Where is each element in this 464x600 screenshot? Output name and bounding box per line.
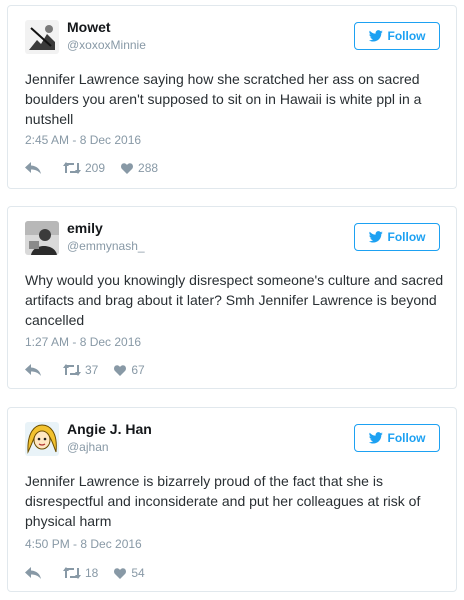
tweet-timestamp[interactable]: 4:50 PM - 8 Dec 2016 — [25, 537, 142, 551]
tweet-text: Why would you knowingly disrespect someo… — [25, 272, 444, 328]
tweet-timestamp[interactable]: 1:27 AM - 8 Dec 2016 — [25, 335, 141, 349]
tweet-text: Jennifer Lawrence saying how she scratch… — [25, 71, 422, 127]
follow-label: Follow — [387, 29, 426, 43]
reply-icon[interactable] — [25, 364, 41, 376]
reply-icon[interactable] — [25, 567, 41, 579]
tweet-actions: 37 67 — [25, 362, 145, 378]
twitter-bird-icon — [368, 432, 383, 444]
like-count: 67 — [131, 363, 145, 377]
tweet-card: Mowet @xoxoxMinnie Follow Jennifer Lawre… — [7, 5, 457, 189]
follow-button[interactable]: Follow — [354, 22, 440, 50]
retweet-icon[interactable] — [63, 364, 81, 376]
tweet-actions: 209 288 — [25, 160, 158, 176]
reply-icon[interactable] — [25, 162, 41, 174]
tweet-timestamp[interactable]: 2:45 AM - 8 Dec 2016 — [25, 133, 141, 147]
tweet-card: emily @emmynash_ Follow Why would you kn… — [7, 206, 457, 389]
user-handle[interactable]: @xoxoxMinnie — [67, 38, 146, 52]
twitter-bird-icon — [368, 231, 383, 243]
tweet-actions: 18 54 — [25, 565, 145, 581]
retweet-count: 209 — [85, 161, 106, 175]
user-name[interactable]: Angie J. Han — [67, 421, 152, 437]
user-handle[interactable]: @ajhan — [67, 440, 109, 454]
retweet-count: 18 — [85, 566, 99, 580]
follow-label: Follow — [387, 431, 426, 445]
follow-button[interactable]: Follow — [354, 424, 440, 452]
user-handle[interactable]: @emmynash_ — [67, 239, 145, 253]
follow-label: Follow — [387, 230, 426, 244]
heart-icon[interactable] — [121, 162, 134, 174]
twitter-bird-icon — [368, 30, 383, 42]
heart-icon[interactable] — [114, 364, 127, 376]
avatar[interactable] — [25, 221, 59, 255]
user-name[interactable]: emily — [67, 220, 103, 236]
retweet-icon[interactable] — [63, 162, 81, 174]
tweet-text: Jennifer Lawrence is bizarrely proud of … — [25, 473, 421, 529]
follow-button[interactable]: Follow — [354, 223, 440, 251]
tweet-card: Angie J. Han @ajhan Follow Jennifer Lawr… — [7, 407, 457, 592]
like-count: 54 — [131, 566, 145, 580]
user-name[interactable]: Mowet — [67, 19, 111, 35]
avatar[interactable] — [25, 20, 59, 54]
heart-icon[interactable] — [114, 567, 127, 579]
retweet-icon[interactable] — [63, 567, 81, 579]
like-count: 288 — [138, 161, 159, 175]
retweet-count: 37 — [85, 363, 99, 377]
avatar[interactable] — [25, 422, 59, 456]
